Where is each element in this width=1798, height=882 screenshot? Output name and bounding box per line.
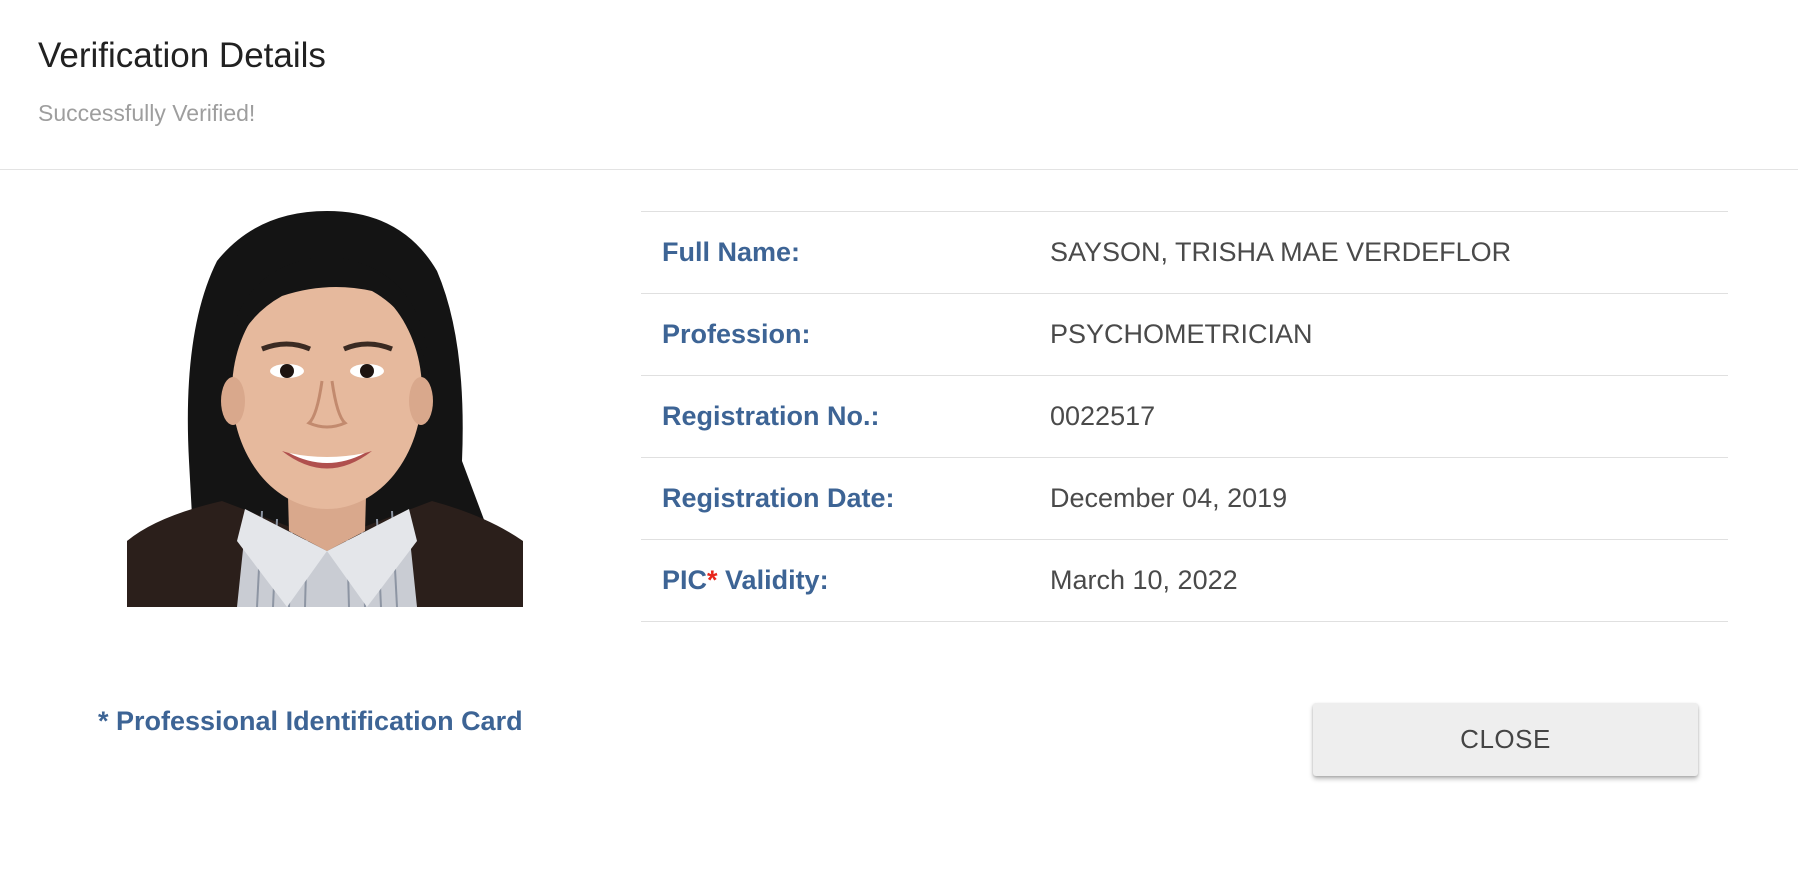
verification-dialog: Verification Details Successfully Verifi… [0,0,1798,882]
row-full-name: Full Name: SAYSON, TRISHA MAE VERDEFLOR [641,212,1728,294]
registration-no-label: Registration No.: [662,401,880,431]
verification-status: Successfully Verified! [38,100,256,126]
dialog-header: Verification Details Successfully Verifi… [0,0,1798,170]
row-pic-validity: PIC* Validity: March 10, 2022 [641,540,1728,622]
pic-validity-label: PIC* Validity: [662,540,829,621]
profession-label: Profession: [662,319,811,349]
close-button[interactable]: CLOSE [1313,703,1698,776]
required-asterisk: * [707,565,718,595]
registration-date-value: December 04, 2019 [1050,483,1288,513]
details-table: Full Name: SAYSON, TRISHA MAE VERDEFLOR … [641,211,1728,622]
full-name-label: Full Name: [662,237,801,267]
full-name-value: SAYSON, TRISHA MAE VERDEFLOR [1050,237,1512,267]
dialog-title: Verification Details [38,36,326,75]
row-registration-no: Registration No.: 0022517 [641,376,1728,458]
row-profession: Profession: PSYCHOMETRICIAN [641,294,1728,376]
pic-footnote: * Professional Identification Card [98,706,523,736]
registration-date-label: Registration Date: [662,483,895,513]
row-registration-date: Registration Date: December 04, 2019 [641,458,1728,540]
validity-text: Validity: [717,565,829,595]
pic-abbrev: PIC [662,565,708,595]
registration-no-value: 0022517 [1050,401,1156,431]
registrant-photo [127,211,523,607]
portrait-image [127,211,523,607]
profession-value: PSYCHOMETRICIAN [1050,319,1313,349]
pic-validity-value: March 10, 2022 [1050,565,1238,595]
